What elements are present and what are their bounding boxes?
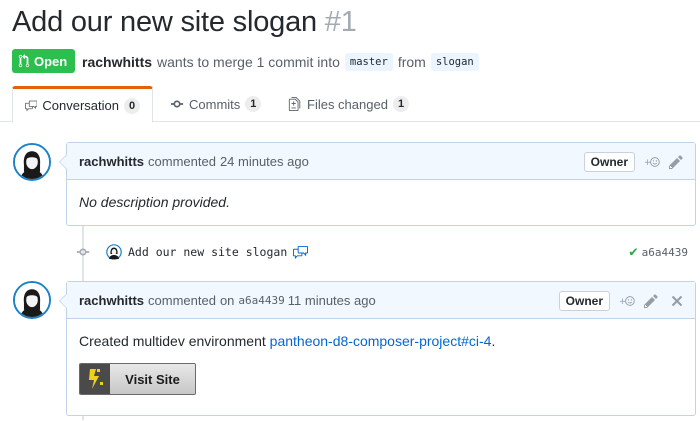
tab-commits-label: Commits [189, 96, 241, 112]
comment-header: rachwhitts commented on a6a4439 11 minut… [59, 282, 695, 319]
tab-commits-count: 1 [245, 96, 262, 112]
multidev-environment-link[interactable]: pantheon-d8-composer-project#ci-4 [270, 333, 492, 349]
commit-message[interactable]: Add our new site slogan [128, 245, 287, 259]
visit-site-label: Visit Site [110, 364, 195, 394]
comment-body: No description provided. [67, 180, 695, 224]
comment-timestamp[interactable]: 24 minutes ago [220, 154, 309, 169]
comment-caret-fill [60, 293, 68, 309]
avatar[interactable] [13, 143, 51, 181]
commit-sha[interactable]: a6a4439 [642, 246, 688, 259]
owner-badge: Owner [558, 290, 610, 311]
check-icon[interactable]: ✔ [629, 244, 637, 260]
pantheon-logo-icon [80, 364, 110, 394]
comment-body-text: No description provided. [79, 194, 230, 210]
git-commit-icon [170, 100, 184, 108]
avatar[interactable] [13, 281, 51, 319]
commit-sha-group: ✔ a6a4439 [629, 244, 688, 260]
owner-badge: Owner [583, 151, 635, 172]
git-pull-request-icon [18, 54, 30, 68]
comment-caret-fill [60, 154, 68, 170]
add-reaction-icon[interactable]: + [619, 293, 635, 309]
tab-commits[interactable]: Commits 1 [158, 86, 273, 122]
file-diff-icon [288, 97, 301, 111]
pr-title: Add our new site slogan #1 [12, 6, 357, 39]
tab-files-changed-label: Files changed [307, 96, 388, 112]
pr-title-text: Add our new site slogan [12, 6, 317, 38]
comment-on-text: on [219, 292, 235, 308]
pr-number: #1 [324, 6, 357, 38]
visit-site-button[interactable]: Visit Site [79, 363, 196, 395]
pr-state-badge: Open [12, 49, 76, 73]
comment-body: Created multidev environment pantheon-d8… [67, 319, 695, 409]
comment-timestamp[interactable]: 11 minutes ago [288, 293, 376, 308]
avatar-image [15, 145, 49, 179]
comment-action: commented [148, 153, 216, 169]
comment-body-paragraph: Created multidev environment pantheon-d8… [79, 333, 683, 349]
pr-merge-text: wants to merge 1 commit into [157, 54, 340, 70]
tab-conversation-count: 0 [124, 97, 140, 114]
git-commit-icon [76, 248, 90, 256]
comment-actions: Owner + [583, 143, 685, 180]
comment-header: rachwhitts commented 24 minutes ago Owne… [59, 143, 695, 180]
add-reaction-icon[interactable]: + [644, 154, 660, 170]
pr-meta: rachwhitts wants to merge 1 commit into … [82, 53, 479, 71]
tab-files-changed[interactable]: Files changed 1 [276, 86, 421, 122]
tab-conversation-label: Conversation [42, 98, 119, 113]
commit-author-avatar-icon[interactable] [106, 244, 122, 260]
avatar-image [15, 283, 49, 317]
comment-body-text: Created multidev environment [79, 333, 266, 349]
comment-discussion-icon[interactable] [293, 245, 309, 260]
comment-action: commented [148, 292, 216, 308]
head-branch[interactable]: slogan [430, 53, 479, 71]
comment-box: rachwhitts commented 24 minutes ago Owne… [59, 142, 696, 226]
comment-box: rachwhitts commented on a6a4439 11 minut… [59, 281, 696, 416]
edit-pencil-icon[interactable] [644, 293, 660, 309]
pr-author-link[interactable]: rachwhitts [82, 54, 152, 70]
pr-from-text: from [397, 54, 426, 70]
commit-item: Add our new site slogan ✔ a6a4439 [76, 241, 696, 263]
comment-author[interactable]: rachwhitts [79, 154, 144, 169]
base-branch[interactable]: master [344, 53, 393, 71]
pr-state-label: Open [34, 53, 68, 69]
tab-files-changed-count: 1 [392, 96, 410, 112]
edit-pencil-icon[interactable] [669, 154, 685, 170]
comment-discussion-icon [25, 100, 38, 111]
comment-body-suffix: . [491, 333, 496, 349]
comment-author[interactable]: rachwhitts [79, 293, 144, 308]
comment-actions: Owner + [558, 282, 685, 319]
close-icon[interactable] [669, 293, 685, 309]
comment-commit-sha[interactable]: a6a4439 [238, 294, 284, 307]
tab-conversation[interactable]: Conversation 0 [12, 86, 153, 123]
